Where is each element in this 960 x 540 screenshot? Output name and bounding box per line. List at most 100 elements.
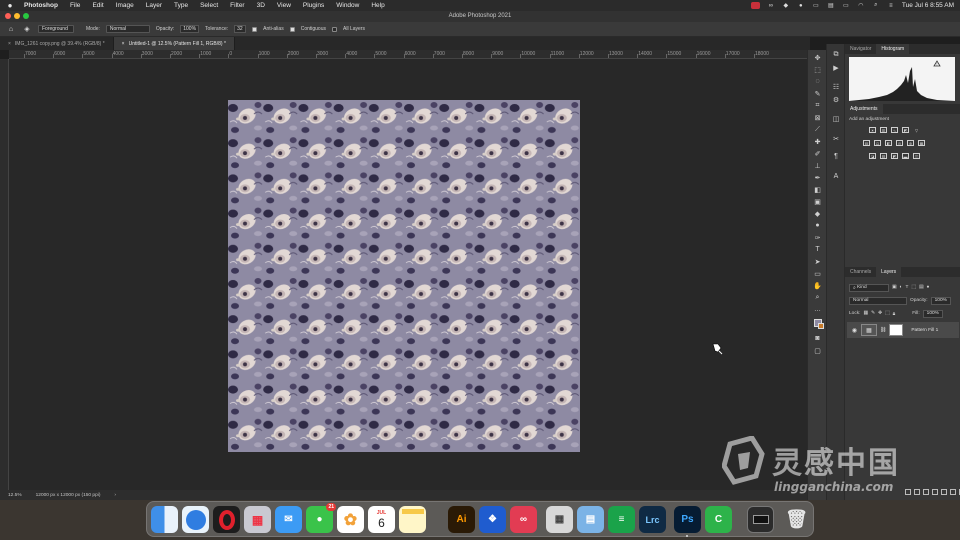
filter-toggle-icon[interactable]: ● bbox=[926, 285, 929, 290]
properties-panel-icon[interactable]: ⚙ bbox=[831, 95, 841, 104]
calculator-icon[interactable]: ▦ bbox=[546, 506, 573, 533]
stamp-tool-icon[interactable]: ⊥ bbox=[812, 161, 823, 170]
illustrator-icon[interactable]: Ai bbox=[448, 506, 475, 533]
menu-filter[interactable]: Filter bbox=[230, 2, 244, 9]
finder-icon[interactable] bbox=[151, 506, 178, 533]
channel-mixer-icon[interactable]: ⊕ bbox=[907, 140, 914, 146]
home-icon[interactable]: ⌂ bbox=[6, 25, 16, 34]
layer-mask-thumbnail[interactable] bbox=[889, 324, 904, 336]
menu-file[interactable]: File bbox=[70, 2, 80, 9]
tolerance-input[interactable]: 32 bbox=[234, 25, 247, 33]
type-tool-icon[interactable]: T bbox=[812, 245, 823, 254]
launchpad-icon[interactable]: ▦ bbox=[244, 506, 271, 533]
blend-mode-select[interactable]: Normal bbox=[849, 296, 907, 305]
shape-filter-icon[interactable]: ⬚ bbox=[911, 285, 916, 290]
hand-tool-icon[interactable]: ✋ bbox=[812, 281, 823, 290]
photo-filter-icon[interactable]: ◎ bbox=[896, 140, 903, 146]
paragraph-panel-icon[interactable]: ¶ bbox=[831, 152, 841, 161]
link-icon[interactable]: ⛓︎ bbox=[880, 327, 886, 333]
type-filter-icon[interactable]: T bbox=[905, 285, 908, 290]
visibility-eye-icon[interactable]: ◉ bbox=[851, 327, 858, 334]
adjustment-filter-icon[interactable]: ◐ bbox=[900, 285, 903, 290]
brush-settings-panel-icon[interactable]: ✂ bbox=[831, 134, 841, 143]
menu-image[interactable]: Image bbox=[116, 2, 134, 9]
healing-brush-tool-icon[interactable]: ✚ bbox=[812, 137, 823, 146]
dodge-tool-icon[interactable]: ● bbox=[812, 221, 823, 230]
calendar-icon[interactable]: JUL 6 bbox=[368, 506, 395, 533]
canvas-area[interactable] bbox=[9, 59, 807, 490]
color-swatches-icon[interactable] bbox=[812, 318, 824, 329]
brush-tool-icon[interactable]: ✐ bbox=[812, 149, 823, 158]
mail-icon[interactable]: ✉ bbox=[275, 506, 302, 533]
search-icon[interactable]: ⌕ bbox=[872, 2, 880, 9]
lock-position-icon[interactable]: ✥ bbox=[878, 311, 882, 316]
quick-select-tool-icon[interactable]: ✎ bbox=[812, 89, 823, 98]
menubar-clock[interactable]: Tue Jul 6 8:55 AM bbox=[902, 2, 954, 9]
lock-artboard-icon[interactable]: ⬚ bbox=[885, 311, 890, 316]
marquee-tool-icon[interactable]: ⬚ bbox=[812, 65, 823, 74]
document-canvas[interactable] bbox=[228, 100, 580, 452]
layer-name[interactable]: Pattern Fill 1 bbox=[911, 328, 938, 333]
blur-tool-icon[interactable]: ◆ bbox=[812, 209, 823, 218]
actions-panel-icon[interactable]: ▶ bbox=[831, 63, 841, 72]
wifi-icon[interactable]: ◠ bbox=[857, 2, 865, 9]
messages-icon[interactable]: ● 21 bbox=[306, 503, 336, 533]
horizontal-ruler[interactable]: 7000 6000 5000 4000 3000 2000 1000 0 1000 2000 300… bbox=[9, 50, 807, 59]
lightroom-classic-icon[interactable]: Lrc bbox=[639, 506, 666, 533]
apple-icon[interactable]: ● bbox=[6, 1, 14, 10]
posterize-icon[interactable]: ▨ bbox=[880, 153, 887, 159]
document-size[interactable]: 12000 px x 12000 px (150 ppi) bbox=[36, 493, 101, 498]
menu-type[interactable]: Type bbox=[174, 2, 188, 9]
kind-filter-select[interactable]: ⌕ Kind bbox=[849, 283, 889, 292]
zoom-level[interactable]: 12.5% bbox=[8, 493, 22, 498]
tab-img-1261[interactable]: × IMG_1261 copy.png @ 39.4% (RGB/8) * bbox=[0, 37, 114, 50]
tab-adjustments[interactable]: Adjustments bbox=[845, 104, 883, 114]
move-tool-icon[interactable]: ✥ bbox=[812, 53, 823, 62]
control-center-icon[interactable]: ≡ bbox=[887, 2, 895, 9]
contiguous-checkbox[interactable] bbox=[289, 26, 295, 32]
tab-close-icon[interactable]: × bbox=[8, 41, 11, 47]
pattern-fill-thumbnail[interactable]: ▦ bbox=[861, 324, 877, 336]
hue-saturation-icon[interactable]: ▤ bbox=[863, 140, 870, 146]
menu-layer[interactable]: Layer bbox=[146, 2, 162, 9]
display-icon[interactable]: ▭ bbox=[812, 2, 820, 9]
brightness-contrast-icon[interactable]: ☀ bbox=[869, 127, 876, 133]
dropbox-status-icon[interactable]: ◆ bbox=[782, 2, 790, 9]
menu-view[interactable]: View bbox=[277, 2, 291, 9]
layer-row-pattern-fill-1[interactable]: ◉ ▦ ⛓︎ Pattern Fill 1 bbox=[847, 322, 959, 338]
menu-edit[interactable]: Edit bbox=[92, 2, 103, 9]
black-white-icon[interactable]: ◧ bbox=[885, 140, 892, 146]
menu-3d[interactable]: 3D bbox=[257, 2, 265, 9]
gradient-tool-icon[interactable]: ▣ bbox=[812, 197, 823, 206]
tab-close-icon[interactable]: × bbox=[122, 41, 125, 47]
eraser-tool-icon[interactable]: ◧ bbox=[812, 185, 823, 194]
threshold-icon[interactable]: ◩ bbox=[891, 153, 898, 159]
history-panel-icon[interactable]: ⧉ bbox=[831, 50, 841, 59]
notes-icon[interactable] bbox=[399, 506, 426, 533]
menu-plugins[interactable]: Plugins bbox=[303, 2, 324, 9]
layer-opacity-input[interactable]: 100% bbox=[930, 296, 951, 305]
rectangle-tool-icon[interactable]: ▭ bbox=[812, 269, 823, 278]
lock-all-icon[interactable]: 🔒︎ bbox=[893, 311, 896, 317]
lasso-tool-icon[interactable]: ◌ bbox=[812, 77, 823, 86]
levels-icon[interactable]: ▥ bbox=[880, 127, 887, 133]
sheets-icon[interactable]: ≡ bbox=[608, 506, 635, 533]
safari-icon[interactable] bbox=[182, 506, 209, 533]
anti-alias-checkbox[interactable] bbox=[252, 26, 258, 32]
eyedropper-tool-icon[interactable]: ⟋ bbox=[812, 125, 823, 134]
recording-icon[interactable] bbox=[750, 2, 760, 9]
lock-image-icon[interactable]: ✎ bbox=[871, 311, 875, 316]
tab-untitled-1[interactable]: × Untitled-1 @ 12.5% (Pattern Fill 1, RG… bbox=[113, 37, 235, 50]
layer-fill-input[interactable]: 100% bbox=[922, 309, 943, 318]
mode-select[interactable]: Normal bbox=[105, 25, 150, 33]
screen-mode-icon[interactable]: ▢ bbox=[812, 346, 823, 355]
trash-icon[interactable]: 🗑︎ bbox=[783, 506, 810, 533]
vertical-ruler[interactable] bbox=[0, 59, 9, 490]
quick-mask-icon[interactable]: ◙ bbox=[812, 334, 823, 343]
menu-window[interactable]: Window bbox=[336, 2, 359, 9]
invert-icon[interactable]: ◪ bbox=[869, 153, 876, 159]
libraries-panel-icon[interactable]: ☷ bbox=[831, 82, 841, 91]
smart-object-filter-icon[interactable]: ▤ bbox=[919, 285, 924, 290]
lock-transparent-icon[interactable]: ▦ bbox=[863, 311, 868, 316]
screen-icon[interactable] bbox=[747, 506, 774, 533]
